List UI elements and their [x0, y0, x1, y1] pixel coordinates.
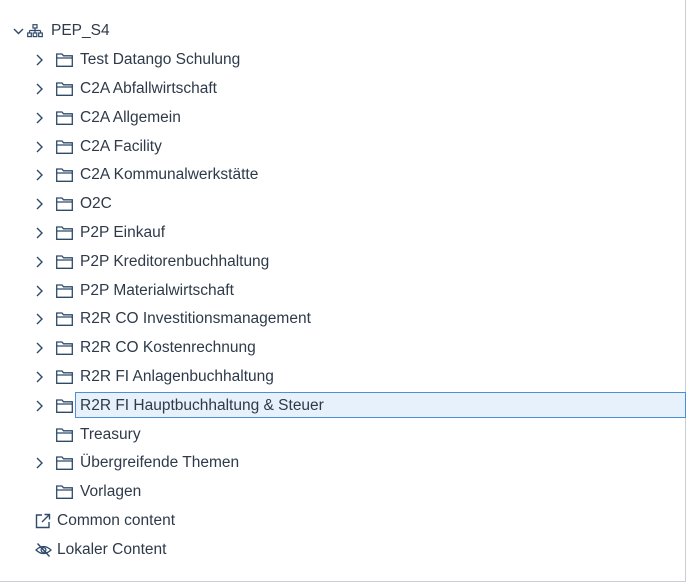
chevron-right-icon[interactable]: [33, 52, 45, 68]
chevron-right-icon[interactable]: [33, 455, 45, 471]
chevron-right-icon[interactable]: [33, 398, 45, 414]
folder-icon: [55, 254, 73, 270]
folder-icon: [55, 81, 73, 97]
tree-folder-test-datango-schulung[interactable]: Test Datango Schulung: [0, 46, 686, 75]
tree-folder-label: C2A Allgemein: [80, 108, 181, 126]
tree-folder-c2a-allgemein[interactable]: C2A Allgemein: [0, 103, 686, 132]
tree-folder-label: R2R FI Anlagenbuchhaltung: [80, 367, 274, 385]
tree-folder-r2r-co-investitionsmanagement[interactable]: R2R CO Investitionsmanagement: [0, 305, 686, 334]
tree-folder-label: Test Datango Schulung: [80, 51, 241, 69]
tree-folder-c2a-abfallwirtschaft[interactable]: C2A Abfallwirtschaft: [0, 75, 686, 104]
folder-icon: [55, 311, 73, 327]
hierarchy-icon: [26, 23, 44, 39]
chevron-right-icon[interactable]: [33, 283, 45, 299]
tree-folder-c2a-kommunalwerkstaette[interactable]: C2A Kommunalwerkstätte: [0, 161, 686, 190]
tree-folder-uebergreifende-themen[interactable]: Übergreifende Themen: [0, 449, 686, 478]
navigation-tree: PEP_S4 Test Datango Schulung C2A Abfallw…: [0, 17, 686, 564]
folder-icon: [55, 427, 73, 443]
tree-folder-r2r-fi-hauptbuchhaltung-steuer[interactable]: R2R FI Hauptbuchhaltung & Steuer: [0, 391, 686, 420]
tree-item-lokaler-content[interactable]: Lokaler Content: [0, 535, 686, 564]
chevron-right-icon[interactable]: [33, 254, 45, 270]
tree-folder-label: Übergreifende Themen: [80, 454, 240, 472]
tree-folder-p2p-materialwirtschaft[interactable]: P2P Materialwirtschaft: [0, 276, 686, 305]
tree-folder-vorlagen[interactable]: Vorlagen: [0, 478, 686, 507]
folder-icon: [55, 398, 73, 414]
tree-panel: PEP_S4 Test Datango Schulung C2A Abfallw…: [0, 0, 686, 582]
tree-folder-label: P2P Kreditorenbuchhaltung: [80, 252, 270, 270]
folder-icon: [55, 484, 73, 500]
tree-folder-label: C2A Kommunalwerkstätte: [80, 166, 259, 184]
tree-folder-o2c[interactable]: O2C: [0, 190, 686, 219]
tree-folder-p2p-einkauf[interactable]: P2P Einkauf: [0, 219, 686, 248]
chevron-right-icon[interactable]: [33, 340, 45, 356]
tree-folder-r2r-fi-anlagenbuchhaltung[interactable]: R2R FI Anlagenbuchhaltung: [0, 363, 686, 392]
tree-folder-label: P2P Materialwirtschaft: [80, 281, 234, 299]
chevron-right-icon[interactable]: [33, 139, 45, 155]
folder-icon: [55, 196, 73, 212]
folder-icon: [55, 455, 73, 471]
tree-folder-label: P2P Einkauf: [80, 223, 166, 241]
tree-folder-label: R2R CO Kostenrechnung: [80, 339, 256, 357]
tree-folder-r2r-co-kostenrechnung[interactable]: R2R CO Kostenrechnung: [0, 334, 686, 363]
external-link-icon: [34, 513, 52, 529]
tree-folder-p2p-kreditorenbuchhaltung[interactable]: P2P Kreditorenbuchhaltung: [0, 247, 686, 276]
tree-item-label: Common content: [57, 511, 176, 529]
tree-folder-label: R2R CO Investitionsmanagement: [80, 310, 311, 328]
folder-icon: [55, 340, 73, 356]
folder-icon: [55, 225, 73, 241]
tree-folder-label: Vorlagen: [80, 483, 142, 501]
chevron-right-icon[interactable]: [33, 225, 45, 241]
tree-folder-label: C2A Facility: [80, 137, 162, 155]
chevron-right-icon[interactable]: [33, 81, 45, 97]
folder-icon: [55, 369, 73, 385]
tree-folder-treasury[interactable]: Treasury: [0, 420, 686, 449]
chevron-right-icon[interactable]: [33, 196, 45, 212]
tree-folder-c2a-facility[interactable]: C2A Facility: [0, 132, 686, 161]
chevron-down-icon[interactable]: [12, 23, 24, 39]
chevron-right-icon[interactable]: [33, 369, 45, 385]
tree-folder-label: O2C: [80, 195, 112, 213]
folder-icon: [55, 283, 73, 299]
chevron-right-icon[interactable]: [33, 311, 45, 327]
folder-icon: [55, 52, 73, 68]
tree-item-label: Lokaler Content: [57, 540, 167, 558]
tree-folder-label: Treasury: [80, 425, 141, 443]
folder-icon: [55, 167, 73, 183]
tree-folder-label: C2A Abfallwirtschaft: [80, 79, 217, 97]
eye-slash-icon: [34, 542, 52, 558]
tree-root-pep-s4[interactable]: PEP_S4: [0, 17, 686, 46]
folder-icon: [55, 139, 73, 155]
tree-root-label: PEP_S4: [51, 22, 110, 40]
tree-folder-label: R2R FI Hauptbuchhaltung & Steuer: [80, 396, 324, 414]
tree-item-common-content[interactable]: Common content: [0, 507, 686, 536]
folder-icon: [55, 110, 73, 126]
chevron-right-icon[interactable]: [33, 110, 45, 126]
chevron-right-icon[interactable]: [33, 167, 45, 183]
